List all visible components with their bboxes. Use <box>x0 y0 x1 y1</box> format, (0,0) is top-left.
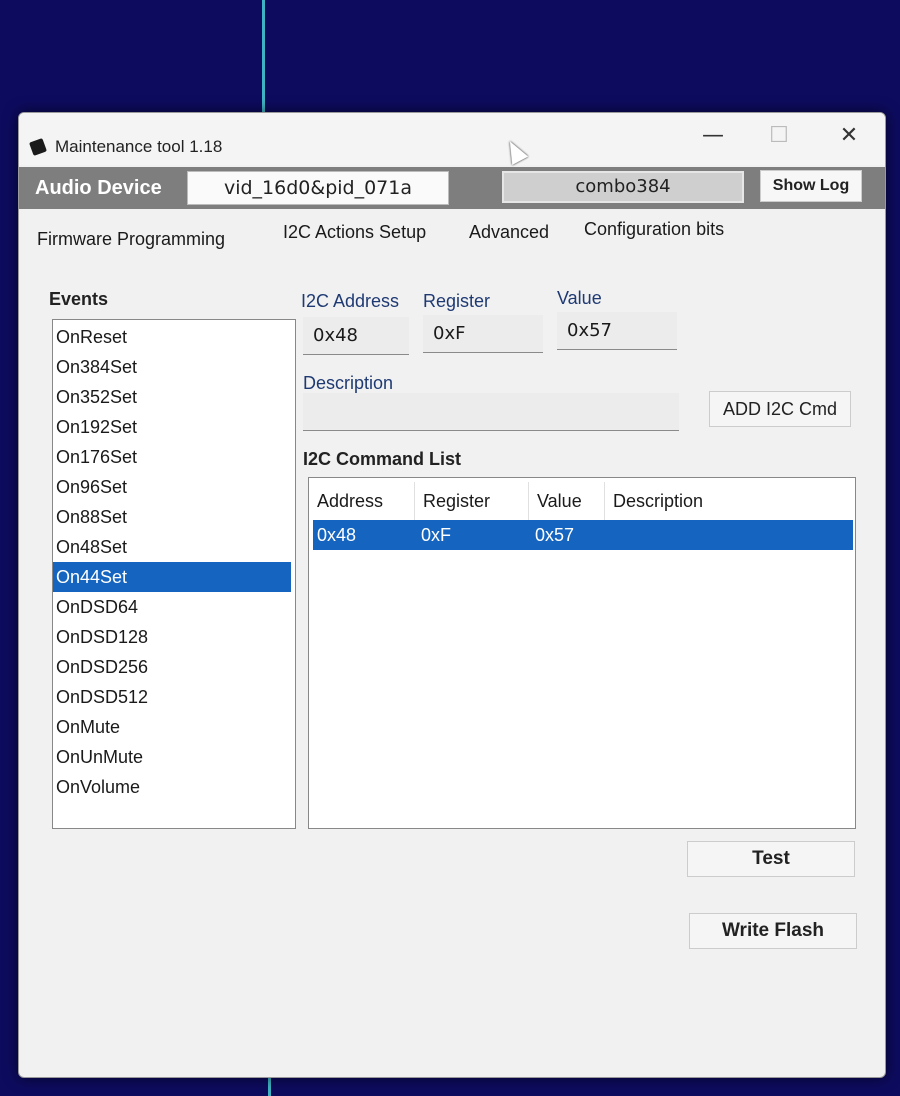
event-item-ondsd512[interactable]: OnDSD512 <box>53 682 291 712</box>
add-i2c-cmd-button[interactable]: ADD I2C Cmd <box>709 391 851 427</box>
event-item-on44set[interactable]: On44Set <box>53 562 291 592</box>
event-item-on88set[interactable]: On88Set <box>53 502 291 532</box>
event-item-on192set[interactable]: On192Set <box>53 412 291 442</box>
combo-field[interactable]: combo384 <box>502 171 744 203</box>
tab-configuration-bits[interactable]: Configuration bits <box>584 219 724 240</box>
events-title: Events <box>49 289 109 309</box>
description-label: Description <box>303 373 394 393</box>
device-bar: Audio Device vid_16d0&pid_071a combo384 … <box>19 167 885 209</box>
device-id-field[interactable]: vid_16d0&pid_071a <box>187 171 449 205</box>
tab-firmware-programming[interactable]: Firmware Programming <box>37 229 225 250</box>
window-title: Maintenance tool 1.18 <box>55 137 223 156</box>
description-input[interactable] <box>303 393 679 431</box>
event-item-on48set[interactable]: On48Set <box>53 532 291 562</box>
value-label: Value <box>557 288 602 308</box>
event-item-onunmute[interactable]: OnUnMute <box>53 742 291 772</box>
tab-bar: Firmware Programming I2C Actions Setup A… <box>19 219 885 251</box>
register-label: Register <box>423 291 491 311</box>
desktop-edge-line-bottom <box>268 1076 271 1096</box>
show-log-button[interactable]: Show Log <box>760 170 862 202</box>
event-item-ondsd64[interactable]: OnDSD64 <box>53 592 291 622</box>
row-register: 0xF <box>421 525 452 545</box>
maintenance-tool-window: Maintenance tool 1.18 — ☐ ✕ Audio Device… <box>18 112 886 1078</box>
i2c-address-input[interactable]: 0x48 <box>303 317 409 355</box>
event-item-ondsd128[interactable]: OnDSD128 <box>53 622 291 652</box>
tab-advanced[interactable]: Advanced <box>469 222 549 243</box>
row-description <box>607 520 611 550</box>
table-row[interactable]: 0x48 0xF 0x57 <box>313 520 853 550</box>
i2c-address-label: I2C Address <box>301 291 400 311</box>
minimize-icon[interactable]: — <box>689 119 737 153</box>
register-input[interactable]: 0xF <box>423 315 543 353</box>
desktop-edge-line <box>262 0 265 125</box>
event-item-on176set[interactable]: On176Set <box>53 442 291 472</box>
events-list[interactable]: OnReset On384Set On352Set On192Set On176… <box>52 319 296 829</box>
close-icon[interactable]: ✕ <box>825 119 873 153</box>
test-button[interactable]: Test <box>687 841 855 877</box>
value-input[interactable]: 0x57 <box>557 312 677 350</box>
i2c-command-table[interactable]: Address Register Value Description 0x48 … <box>308 477 856 829</box>
event-item-onreset[interactable]: OnReset <box>53 322 291 352</box>
column-header-register[interactable]: Register <box>415 482 529 520</box>
row-address: 0x48 <box>317 525 357 545</box>
event-item-onmute[interactable]: OnMute <box>53 712 291 742</box>
event-item-on384set[interactable]: On384Set <box>53 352 291 382</box>
event-item-onvolume[interactable]: OnVolume <box>53 772 291 802</box>
column-header-description[interactable]: Description <box>605 482 853 520</box>
row-value: 0x57 <box>535 525 575 545</box>
audio-device-label: Audio Device <box>35 177 162 199</box>
event-item-on352set[interactable]: On352Set <box>53 382 291 412</box>
maximize-icon[interactable]: ☐ <box>755 119 803 153</box>
event-item-ondsd256[interactable]: OnDSD256 <box>53 652 291 682</box>
tab-i2c-actions-setup[interactable]: I2C Actions Setup <box>283 222 426 243</box>
title-bar[interactable]: Maintenance tool 1.18 — ☐ ✕ <box>19 113 885 165</box>
i2c-command-list-title: I2C Command List <box>303 449 462 469</box>
app-icon <box>29 138 47 156</box>
column-header-value[interactable]: Value <box>529 482 605 520</box>
column-header-address[interactable]: Address <box>309 482 415 520</box>
write-flash-button[interactable]: Write Flash <box>689 913 857 949</box>
event-item-on96set[interactable]: On96Set <box>53 472 291 502</box>
